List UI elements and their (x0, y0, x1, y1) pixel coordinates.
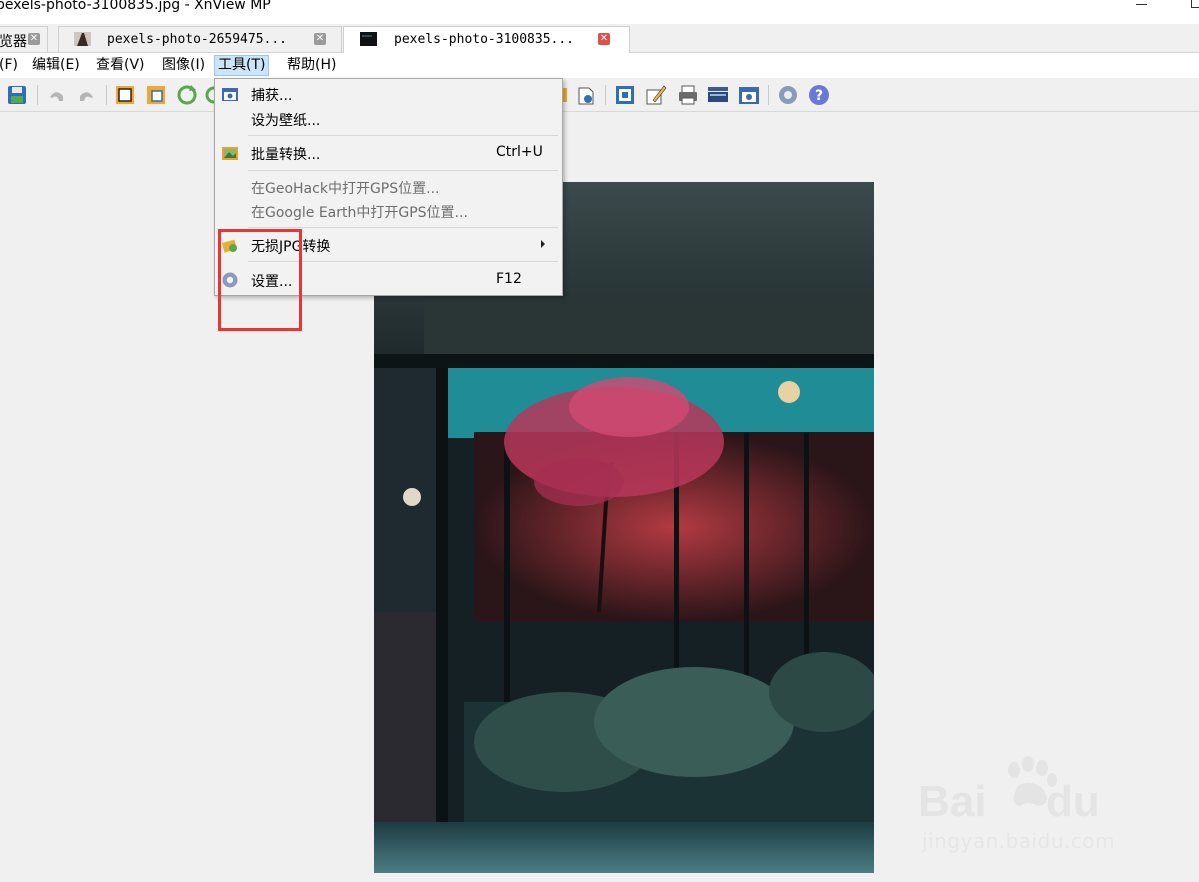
resize-icon[interactable] (145, 84, 167, 106)
menu-help[interactable]: 帮助(H) (284, 56, 339, 75)
menu-item-set-wallpaper[interactable]: 设为壁纸... (215, 107, 562, 131)
menu-bar: (F) 编辑(E) 查看(V) 图像(I) 工具(T) 帮助(H) (0, 53, 1199, 78)
rotate-icon[interactable] (176, 84, 198, 106)
redo-icon[interactable] (76, 84, 98, 106)
scanner-icon[interactable] (707, 84, 729, 106)
fit-window-icon[interactable] (614, 84, 636, 106)
print-icon[interactable] (677, 84, 699, 106)
menu-item-geohack: 在GeoHack中打开GPS位置... (215, 175, 562, 199)
baidu-watermark: Bai du jingyan.baidu.com (918, 756, 1138, 866)
tab-label: pexels-photo-2659475... (107, 32, 288, 47)
tab-close-icon[interactable]: ✕ (314, 33, 326, 45)
menu-file[interactable]: (F) (0, 56, 21, 75)
batch-convert-icon (222, 147, 238, 160)
crop-icon[interactable] (114, 84, 136, 106)
menu-view[interactable]: 查看(V) (93, 56, 148, 75)
baidu-logo: Bai du (918, 756, 1100, 826)
menu-image[interactable]: 图像(I) (159, 56, 208, 75)
svg-text:?: ? (815, 88, 823, 104)
tab-close-icon[interactable]: ✕ (598, 33, 610, 45)
menu-item-shortcut: F12 (496, 271, 522, 287)
tab-browser[interactable]: 览器 ✕ (0, 26, 48, 52)
undo-icon[interactable] (45, 84, 67, 106)
tab-label: pexels-photo-3100835... (394, 32, 575, 47)
menu-item-batch-convert[interactable]: 批量转换... Ctrl+U (215, 141, 562, 165)
tab-bar: 览器 ✕ pexels-photo-2659475... ✕ pexels-ph… (0, 24, 1199, 53)
settings-icon[interactable] (777, 84, 799, 106)
menu-item-shortcut: Ctrl+U (496, 144, 543, 160)
tab-close-icon[interactable]: ✕ (28, 33, 40, 45)
menu-item-label: 在Google Earth中打开GPS位置... (251, 205, 468, 221)
capture-icon[interactable] (738, 84, 760, 106)
menu-edit[interactable]: 编辑(E) (29, 56, 83, 75)
annotation-highlight-box (218, 229, 302, 331)
tab-photo-2659475[interactable]: pexels-photo-2659475... ✕ (58, 26, 342, 52)
image-thumbnail-icon (360, 32, 377, 46)
maximize-icon[interactable] (1191, 0, 1199, 8)
camera-icon (222, 88, 238, 101)
menu-item-label: 在GeoHack中打开GPS位置... (251, 181, 440, 197)
svg-text:du: du (1046, 777, 1100, 826)
menu-item-google-earth: 在Google Earth中打开GPS位置... (215, 199, 562, 223)
image-thumbnail-icon (74, 32, 91, 46)
info-icon[interactable] (575, 84, 597, 106)
watermark-url: jingyan.baidu.com (922, 829, 1116, 853)
title-bar: pexels-photo-3100835.jpg - XnView MP (0, 0, 1199, 24)
submenu-arrow-icon (541, 240, 545, 248)
menu-tools[interactable]: 工具(T) (214, 55, 270, 76)
minimize-icon[interactable] (1136, 4, 1147, 5)
help-icon[interactable]: ? (808, 84, 830, 106)
menu-item-label: 捕获... (251, 88, 293, 104)
menu-item-label: 设为壁纸... (251, 113, 321, 129)
tab-label: 览器 (0, 34, 27, 50)
save-icon[interactable] (6, 84, 28, 106)
tab-photo-3100835[interactable]: pexels-photo-3100835... ✕ (343, 26, 630, 53)
menu-item-capture[interactable]: 捕获... (215, 82, 562, 106)
edit-icon[interactable] (645, 84, 667, 106)
menu-item-label: 批量转换... (251, 147, 321, 163)
window-title: pexels-photo-3100835.jpg - XnView MP (0, 0, 271, 13)
toolbar: ? (0, 79, 1199, 112)
svg-text:Bai: Bai (918, 777, 986, 826)
